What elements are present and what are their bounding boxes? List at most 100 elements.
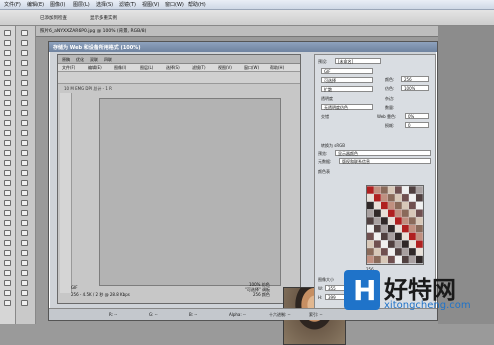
color-swatch[interactable]: [374, 209, 381, 217]
convert-srgb-checkbox[interactable]: 转换为 sRGB: [321, 143, 345, 149]
dialog-menu-item[interactable]: 滤镜(T): [192, 65, 206, 71]
color-swatch[interactable]: [402, 217, 409, 225]
tool-button[interactable]: [21, 250, 28, 256]
color-swatch[interactable]: [381, 201, 388, 210]
color-swatch[interactable]: [402, 240, 409, 248]
tool-button[interactable]: [21, 160, 28, 166]
color-swatch[interactable]: [388, 240, 395, 248]
color-swatch[interactable]: [374, 240, 381, 248]
color-swatch[interactable]: [381, 209, 388, 217]
color-swatch[interactable]: [416, 201, 423, 210]
color-swatch[interactable]: [381, 186, 388, 194]
tool-button[interactable]: [21, 240, 28, 246]
tool-button[interactable]: [4, 210, 11, 216]
tool-button[interactable]: [4, 50, 11, 56]
color-swatch[interactable]: [374, 232, 381, 241]
tool-button[interactable]: [21, 230, 28, 236]
color-swatch[interactable]: [374, 217, 381, 225]
color-swatch[interactable]: [402, 194, 409, 202]
color-swatch[interactable]: [388, 209, 395, 217]
tool-button[interactable]: [21, 120, 28, 126]
color-swatch[interactable]: [402, 201, 409, 210]
color-swatch[interactable]: [416, 186, 423, 194]
tool-button[interactable]: [4, 70, 11, 76]
tool-button[interactable]: [4, 280, 11, 286]
color-swatch[interactable]: [374, 201, 381, 210]
color-swatch[interactable]: [409, 240, 416, 248]
color-swatch[interactable]: [374, 225, 381, 233]
menu-item[interactable]: 文件(F): [4, 1, 21, 8]
tool-button[interactable]: [4, 300, 11, 306]
color-swatch[interactable]: [367, 201, 374, 210]
reduction-select[interactable]: 可选择: [321, 77, 373, 83]
color-swatch[interactable]: [367, 186, 374, 194]
color-swatch[interactable]: [409, 217, 416, 225]
dialog-menu-item[interactable]: 编辑(E): [88, 65, 102, 71]
tool-button[interactable]: [21, 280, 28, 286]
color-swatch[interactable]: [381, 217, 388, 225]
color-swatch[interactable]: [367, 232, 374, 241]
color-swatch[interactable]: [381, 194, 388, 202]
color-swatch[interactable]: [402, 186, 409, 194]
color-swatch[interactable]: [367, 248, 374, 256]
dither-select[interactable]: 扩散: [321, 86, 373, 92]
tool-button[interactable]: [21, 130, 28, 136]
menu-item[interactable]: 视图(V): [142, 1, 159, 8]
tool-button[interactable]: [4, 160, 11, 166]
color-swatch[interactable]: [395, 240, 402, 248]
color-swatch[interactable]: [395, 248, 402, 256]
color-swatch[interactable]: [374, 186, 381, 194]
color-swatch[interactable]: [388, 186, 395, 194]
tool-button[interactable]: [4, 260, 11, 266]
color-swatch[interactable]: [388, 248, 395, 256]
tool-button[interactable]: [4, 30, 11, 36]
color-swatch[interactable]: [416, 248, 423, 256]
color-swatch[interactable]: [381, 225, 388, 233]
menu-item[interactable]: 帮助(H): [188, 1, 206, 8]
tool-button[interactable]: [21, 170, 28, 176]
color-swatch[interactable]: [367, 240, 374, 248]
format-select[interactable]: GIF: [321, 68, 373, 74]
menu-item[interactable]: 选择(S): [96, 1, 113, 8]
tool-button[interactable]: [4, 180, 11, 186]
color-swatch[interactable]: [395, 186, 402, 194]
color-swatch[interactable]: [416, 225, 423, 233]
color-table[interactable]: [366, 185, 424, 265]
tool-button[interactable]: [4, 240, 11, 246]
color-swatch[interactable]: [402, 248, 409, 256]
color-swatch[interactable]: [381, 240, 388, 248]
metadata-select[interactable]: 版权和联系信息: [339, 158, 431, 164]
color-swatch[interactable]: [416, 209, 423, 217]
tool-button[interactable]: [21, 200, 28, 206]
dialog-menu-item[interactable]: 视图(V): [218, 65, 232, 71]
tool-button[interactable]: [21, 140, 28, 146]
tool-button[interactable]: [21, 300, 28, 306]
tool-button[interactable]: [4, 250, 11, 256]
transparency-dither-select[interactable]: 无透明度仿色: [321, 104, 373, 110]
dialog-menu-item[interactable]: 窗口(W): [244, 65, 259, 71]
color-swatch[interactable]: [402, 232, 409, 241]
tool-button[interactable]: [4, 270, 11, 276]
tool-button[interactable]: [4, 80, 11, 86]
color-swatch[interactable]: [409, 248, 416, 256]
dialog-tab[interactable]: 双联: [90, 57, 98, 63]
tool-button[interactable]: [4, 150, 11, 156]
color-swatch[interactable]: [395, 201, 402, 210]
tool-button[interactable]: [21, 50, 28, 56]
tool-button[interactable]: [21, 220, 28, 226]
menu-item[interactable]: 滤镜(T): [119, 1, 136, 8]
color-swatch[interactable]: [402, 209, 409, 217]
color-swatch[interactable]: [409, 201, 416, 210]
refine-option[interactable]: 显示多重实例: [90, 15, 117, 21]
tool-button[interactable]: [4, 190, 11, 196]
color-swatch[interactable]: [416, 217, 423, 225]
color-swatch[interactable]: [409, 232, 416, 241]
tool-button[interactable]: [4, 230, 11, 236]
color-swatch[interactable]: [395, 209, 402, 217]
preview-select[interactable]: 显示器颜色: [335, 150, 431, 156]
dither-amount-input[interactable]: 100%: [401, 85, 429, 91]
dialog-menu-item[interactable]: 选择(S): [166, 65, 180, 71]
colors-input[interactable]: 256: [401, 76, 429, 82]
color-swatch[interactable]: [395, 194, 402, 202]
color-swatch[interactable]: [381, 248, 388, 256]
